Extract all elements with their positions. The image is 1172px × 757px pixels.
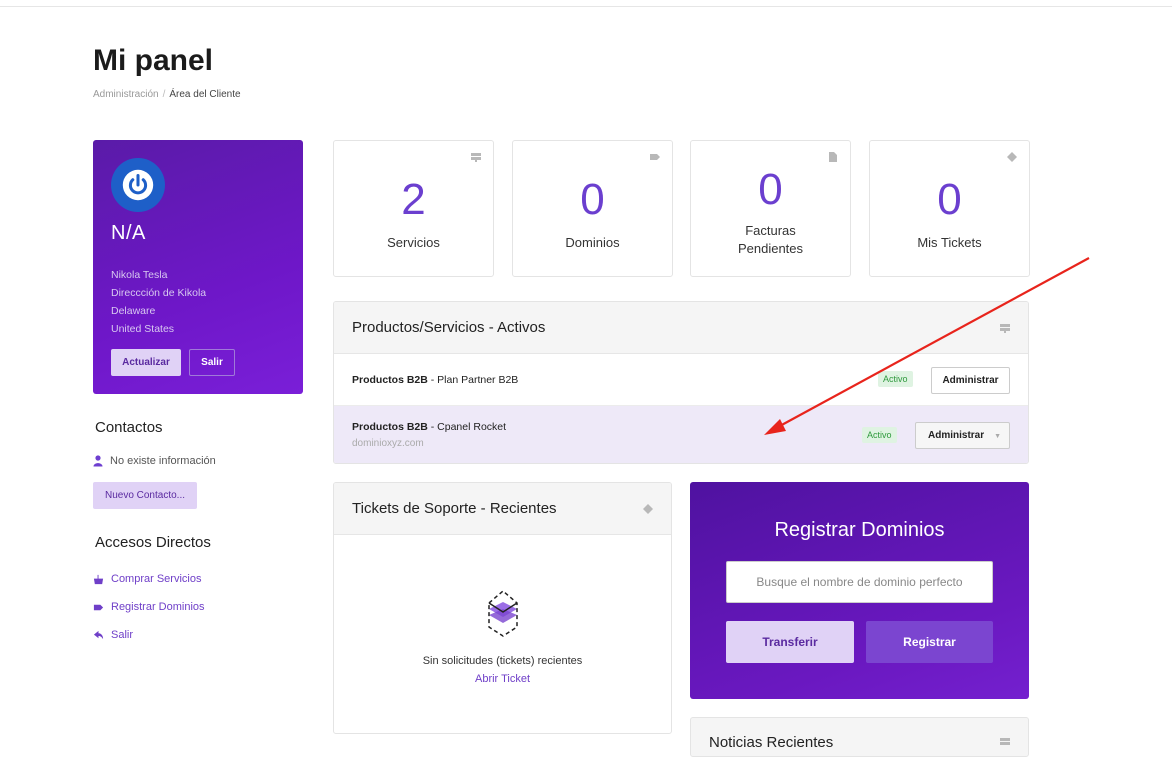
domain-search-input[interactable]: [726, 561, 993, 603]
shortcut-label: Registrar Dominios: [111, 601, 205, 613]
manage-dropdown-button[interactable]: Administrar ▼: [915, 422, 1010, 449]
status-badge: Activo: [862, 427, 897, 443]
shortcut-buy-services[interactable]: Comprar Servicios: [93, 573, 201, 585]
domain-register-card: Registrar Dominios Transferir Registrar: [690, 482, 1029, 699]
news-panel-title: Noticias Recientes: [709, 734, 834, 751]
shortcut-register-domains[interactable]: Registrar Dominios: [93, 601, 205, 613]
stat-value: 0: [758, 165, 783, 214]
product-row[interactable]: Productos B2B - Plan Partner B2B Activo …: [334, 354, 1028, 406]
server-icon: [1000, 738, 1010, 745]
stat-label: Dominios: [565, 235, 620, 250]
client-name: N/A: [111, 222, 146, 244]
product-row[interactable]: Productos B2B - Cpanel Rocket dominioxyz…: [334, 406, 1028, 463]
address-line: United States: [111, 323, 175, 335]
breadcrumb-item-admin[interactable]: Administración: [93, 89, 159, 100]
user-icon: [93, 455, 103, 467]
ticket-icon: [643, 503, 653, 514]
domain-register-title: Registrar Dominios: [774, 519, 945, 541]
product-name: Productos B2B - Cpanel Rocket: [352, 421, 507, 433]
chevron-down-icon: ▼: [994, 433, 1002, 440]
address-line: Nikola Tesla: [111, 269, 168, 281]
status-badge: Activo: [878, 371, 913, 387]
ticket-icon: [1007, 152, 1017, 162]
stat-tile-tickets[interactable]: 0 Mis Tickets: [869, 140, 1030, 277]
profile-card: N/A Nikola Tesla Direccción de Kikola De…: [93, 140, 303, 394]
stat-label: Mis Tickets: [917, 235, 982, 250]
shortcut-logout[interactable]: Salir: [93, 629, 133, 641]
tag-icon: [93, 604, 104, 610]
server-icon: [1000, 323, 1010, 333]
stat-tile-services[interactable]: 2 Servicios: [333, 140, 494, 277]
new-contact-button[interactable]: Nuevo Contacto...: [93, 482, 197, 509]
avatar: [111, 158, 165, 212]
shortcut-label: Salir: [111, 629, 134, 641]
basket-icon: [93, 574, 104, 584]
products-panel: Productos/Servicios - Activos Productos …: [333, 301, 1029, 464]
breadcrumb-item-current: Área del Cliente: [169, 89, 241, 100]
stat-value: 0: [580, 175, 605, 224]
product-name: Productos B2B - Plan Partner B2B: [352, 374, 519, 386]
tickets-panel: Tickets de Soporte - Recientes Sin solic…: [333, 482, 672, 734]
tag-icon: [650, 154, 660, 160]
tickets-panel-header: Tickets de Soporte - Recientes: [334, 483, 671, 535]
server-icon: [471, 153, 481, 162]
top-divider: [0, 6, 1172, 7]
contacts-empty: No existe información: [93, 455, 216, 467]
logout-button[interactable]: Salir: [189, 349, 235, 376]
stat-tile-invoices[interactable]: 0 Facturas Pendientes: [690, 140, 851, 277]
manage-button[interactable]: Administrar: [931, 367, 1010, 394]
tickets-empty-text: Sin solicitudes (tickets) recientes: [422, 655, 583, 667]
stat-value: 2: [401, 175, 426, 224]
shortcut-label: Comprar Servicios: [111, 573, 202, 585]
address-line: Delaware: [111, 305, 156, 317]
empty-box-icon: [488, 590, 518, 637]
stat-tile-domains[interactable]: 0 Dominios: [512, 140, 673, 277]
tickets-panel-title: Tickets de Soporte - Recientes: [352, 500, 557, 517]
open-ticket-link[interactable]: Abrir Ticket: [334, 673, 671, 685]
stat-label: Servicios: [387, 235, 440, 250]
product-domain: dominioxyz.com: [352, 438, 424, 449]
contacts-title: Contactos: [95, 419, 163, 436]
document-icon: [829, 152, 837, 162]
news-panel: Noticias Recientes: [690, 717, 1029, 757]
register-button[interactable]: Registrar: [866, 621, 993, 663]
client-address: Nikola Tesla Direccción de Kikola Delawa…: [111, 266, 206, 338]
back-arrow-icon: [93, 630, 104, 639]
transfer-button[interactable]: Transferir: [726, 621, 854, 663]
address-line: Direccción de Kikola: [111, 287, 207, 299]
products-panel-header: Productos/Servicios - Activos: [334, 302, 1028, 354]
stat-label: Facturas Pendientes: [737, 223, 804, 256]
breadcrumb: Administración / Área del Cliente: [93, 89, 241, 100]
update-button[interactable]: Actualizar: [111, 349, 181, 376]
shortcuts-title: Accesos Directos: [95, 534, 211, 551]
contacts-empty-text: No existe información: [110, 455, 216, 467]
power-icon: [122, 169, 154, 201]
page-title: Mi panel: [93, 44, 214, 77]
stat-value: 0: [937, 175, 962, 224]
products-panel-title: Productos/Servicios - Activos: [352, 319, 546, 336]
